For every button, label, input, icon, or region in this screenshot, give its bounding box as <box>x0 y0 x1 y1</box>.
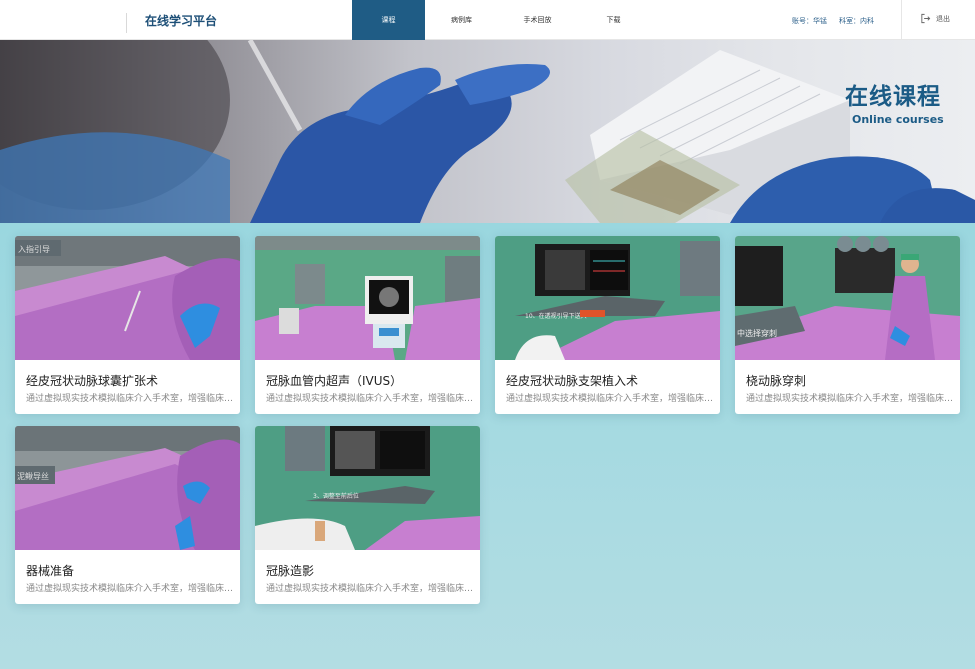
logout-icon <box>921 13 931 24</box>
course-title: 器械准备 <box>26 564 75 578</box>
hero-banner: 在线课程 Online courses <box>0 40 975 223</box>
logout-button[interactable]: 退出 <box>920 13 950 24</box>
course-description: 通过虚拟现实技术模拟临床介入手术室，增强临床技能培训的真实感 <box>506 394 717 404</box>
course-description: 通过虚拟现实技术模拟临床介入手术室，增强临床技能培训的真实感 <box>266 584 477 594</box>
department-label: 科室：内科 <box>839 17 874 25</box>
course-image: 入指引导 <box>15 236 240 360</box>
course-image: 10、在透视引导下送入 <box>495 236 720 360</box>
course-card[interactable]: 3、调整至前后位 冠脉造影 通过虚拟现实技术模拟临床介入手术室，增强临床技能培训… <box>255 426 480 604</box>
banner-lab-image <box>0 40 975 223</box>
course-description: 通过虚拟现实技术模拟临床介入手术室，增强临床技能培训的真实感 <box>266 394 477 404</box>
course-thumbnail: 泥鳅导丝 <box>15 426 240 550</box>
course-title: 经皮冠状动脉球囊扩张术 <box>26 374 159 388</box>
course-thumbnail: 入指引导 <box>15 236 240 360</box>
logout-label: 退出 <box>936 14 950 23</box>
banner-subtitle: Online courses <box>852 113 944 126</box>
course-thumbnail: 中选择穿刺 <box>735 236 960 360</box>
nav-case-library[interactable]: 病例库 <box>425 0 498 40</box>
course-card[interactable]: 中选择穿刺 桡动脉穿刺 通过虚拟现实技术模拟临床介入手术室，增强临床技能培训的真… <box>735 236 960 414</box>
banner-title: 在线课程 <box>845 84 941 110</box>
course-description: 通过虚拟现实技术模拟临床介入手术室，增强临床技能培训的真实感 <box>746 394 957 404</box>
svg-text:泥鳅导丝: 泥鳅导丝 <box>17 471 49 481</box>
svg-text:入指引导: 入指引导 <box>18 244 50 254</box>
course-title: 桡动脉穿刺 <box>746 374 807 388</box>
svg-text:中选择穿刺: 中选择穿刺 <box>737 328 777 338</box>
course-image: 3、调整至前后位 <box>255 426 480 550</box>
header-divider <box>126 13 127 33</box>
course-card[interactable]: 冠脉血管内超声（IVUS） 通过虚拟现实技术模拟临床介入手术室，增强临床技能培训… <box>255 236 480 414</box>
svg-text:10、在透视引导下送入: 10、在透视引导下送入 <box>525 312 587 320</box>
course-card[interactable]: 10、在透视引导下送入 经皮冠状动脉支架植入术 通过虚拟现实技术模拟临床介入手术… <box>495 236 720 414</box>
nav-surgery-replay[interactable]: 手术回放 <box>498 0 577 40</box>
course-thumbnail: 3、调整至前后位 <box>255 426 480 550</box>
course-description: 通过虚拟现实技术模拟临床介入手术室，增强临床技能培训的真实感 <box>26 584 237 594</box>
platform-title[interactable]: 在线学习平台 <box>145 12 217 29</box>
nav-download[interactable]: 下载 <box>577 0 650 40</box>
course-title: 冠脉造影 <box>266 564 315 578</box>
main-nav: 课程 病例库 手术回放 下载 <box>352 0 650 40</box>
course-card[interactable]: 泥鳅导丝 器械准备 通过虚拟现实技术模拟临床介入手术室，增强临床技能培训的真实感 <box>15 426 240 604</box>
svg-text:3、调整至前后位: 3、调整至前后位 <box>313 492 359 500</box>
course-image: 泥鳅导丝 <box>15 426 240 550</box>
course-card[interactable]: 入指引导 经皮冠状动脉球囊扩张术 通过虚拟现实技术模拟临床介入手术室，增强临床技… <box>15 236 240 414</box>
nav-courses[interactable]: 课程 <box>352 0 425 40</box>
course-thumbnail <box>255 236 480 360</box>
header-divider-right <box>901 0 902 40</box>
user-info: 账号：华锰 科室：内科 <box>792 16 874 26</box>
course-thumbnail: 10、在透视引导下送入 <box>495 236 720 360</box>
course-title: 经皮冠状动脉支架植入术 <box>506 374 639 388</box>
course-image <box>255 236 480 360</box>
course-title: 冠脉血管内超声（IVUS） <box>266 374 403 388</box>
account-label: 账号：华锰 <box>792 17 827 25</box>
top-header: 在线学习平台 课程 病例库 手术回放 下载 账号：华锰 科室：内科 退出 <box>0 0 975 40</box>
course-description: 通过虚拟现实技术模拟临床介入手术室，增强临床技能培训的真实感 <box>26 394 237 404</box>
course-image: 中选择穿刺 <box>735 236 960 360</box>
